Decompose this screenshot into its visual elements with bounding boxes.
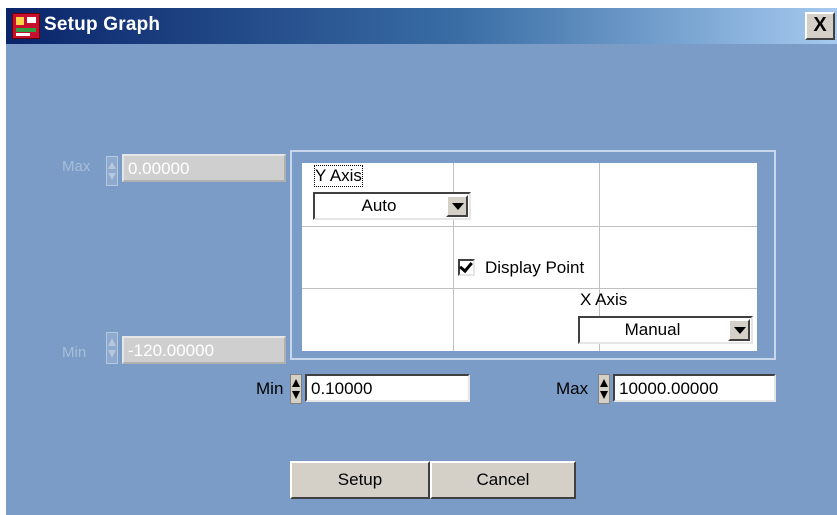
x-axis-mode-select[interactable]: Manual <box>578 316 753 344</box>
window-title: Setup Graph <box>44 14 161 35</box>
y-min-spinner[interactable] <box>106 332 118 364</box>
display-point-checkbox[interactable] <box>458 258 475 276</box>
x-max-spinner[interactable] <box>598 374 610 404</box>
setup-button[interactable]: Setup <box>290 461 430 499</box>
setup-graph-window: Setup Graph X Max 0.00000 Min -120.00000… <box>0 0 837 515</box>
title-bar[interactable]: Setup Graph X <box>6 8 837 44</box>
spinner-arrows-icon <box>600 379 608 399</box>
y-min-field[interactable]: -120.00000 <box>122 336 286 364</box>
cancel-button[interactable]: Cancel <box>430 461 576 499</box>
y-max-field[interactable]: 0.00000 <box>122 154 286 182</box>
x-max-label: Max <box>556 379 589 398</box>
chevron-down-icon[interactable] <box>728 319 750 341</box>
close-button[interactable]: X <box>805 12 835 40</box>
grid-line <box>302 288 757 289</box>
y-min-label: Min <box>62 344 87 361</box>
grid-line <box>302 226 757 227</box>
x-axis-mode-value: Manual <box>624 320 681 339</box>
x-max-field[interactable]: 10000.00000 <box>613 374 776 402</box>
x-axis-label: X Axis <box>580 290 628 309</box>
y-axis-mode-select[interactable]: Auto <box>313 192 471 220</box>
y-max-spinner[interactable] <box>106 156 118 186</box>
y-max-label: Max <box>62 158 91 175</box>
spinner-arrows-icon <box>292 379 300 399</box>
y-axis-mode-value: Auto <box>361 196 397 215</box>
display-point-label: Display Point <box>485 258 585 277</box>
checkmark-icon <box>459 258 473 274</box>
app-icon <box>12 13 40 39</box>
x-min-label: Min <box>256 379 284 398</box>
x-min-field[interactable]: 0.10000 <box>305 374 470 402</box>
close-icon: X <box>813 14 827 36</box>
spinner-arrows-icon <box>108 338 116 358</box>
y-axis-label: Y Axis <box>314 165 363 187</box>
spinner-arrows-icon <box>108 162 116 180</box>
chevron-down-icon[interactable] <box>446 195 468 217</box>
x-min-spinner[interactable] <box>290 374 302 404</box>
